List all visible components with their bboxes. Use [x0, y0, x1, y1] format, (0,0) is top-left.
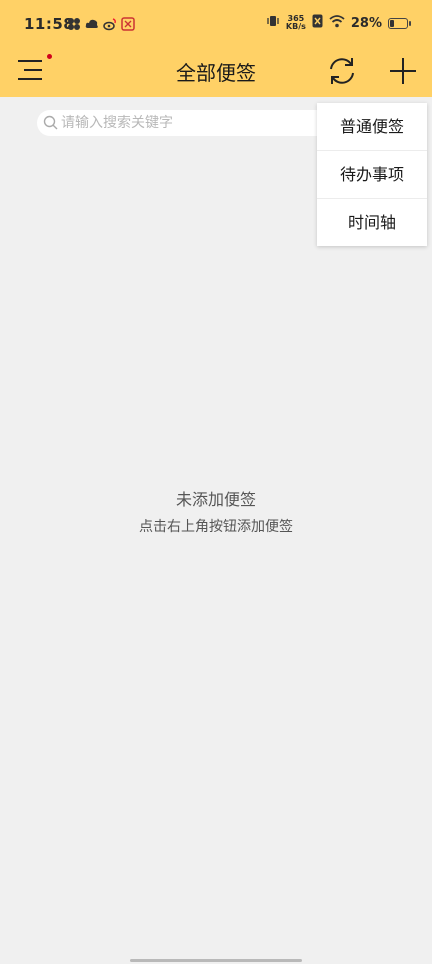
search-icon: [43, 115, 58, 130]
home-indicator[interactable]: [130, 959, 302, 962]
menu-item-normal-note[interactable]: 普通便签: [317, 103, 427, 151]
empty-state-subtitle: 点击右上角按钮添加便签: [139, 519, 293, 535]
net-speed-unit: KB/s: [285, 22, 306, 31]
sync-icon: [330, 58, 354, 84]
status-right-group: 365 KB/s 28%: [266, 14, 411, 32]
wifi-icon: [329, 14, 345, 32]
notification-icons: [67, 16, 135, 31]
menu-button[interactable]: [16, 57, 46, 83]
status-bar: 11:58 365 KB/s 28%: [0, 0, 432, 50]
menu-item-todo[interactable]: 待办事项: [317, 151, 427, 199]
sim-disabled-icon: [312, 14, 323, 32]
net-speed: 365 KB/s: [286, 15, 306, 31]
search-input[interactable]: [59, 111, 321, 135]
menu-icon: [18, 60, 42, 80]
pinwheel-icon: [67, 16, 81, 30]
add-button[interactable]: [387, 55, 419, 87]
app-notification-icon: [121, 16, 135, 31]
cloud-icon: [85, 16, 99, 30]
weibo-icon: [103, 16, 117, 31]
page-title: 全部便签: [176, 61, 256, 85]
plus-icon: [390, 58, 416, 84]
sync-button[interactable]: [325, 54, 359, 88]
vibrate-icon: [266, 14, 280, 32]
add-menu-dropdown: 普通便签 待办事项 时间轴: [317, 103, 427, 246]
empty-state-title: 未添加便签: [175, 490, 256, 509]
battery-icon: [388, 17, 411, 29]
app-header: 11:58 365 KB/s 28% 全部便签: [0, 0, 432, 97]
notification-dot: [47, 54, 52, 59]
battery-fill: [390, 19, 394, 27]
menu-item-timeline[interactable]: 时间轴: [317, 199, 427, 246]
battery-percent: 28%: [350, 15, 382, 31]
search-box[interactable]: [37, 110, 357, 136]
